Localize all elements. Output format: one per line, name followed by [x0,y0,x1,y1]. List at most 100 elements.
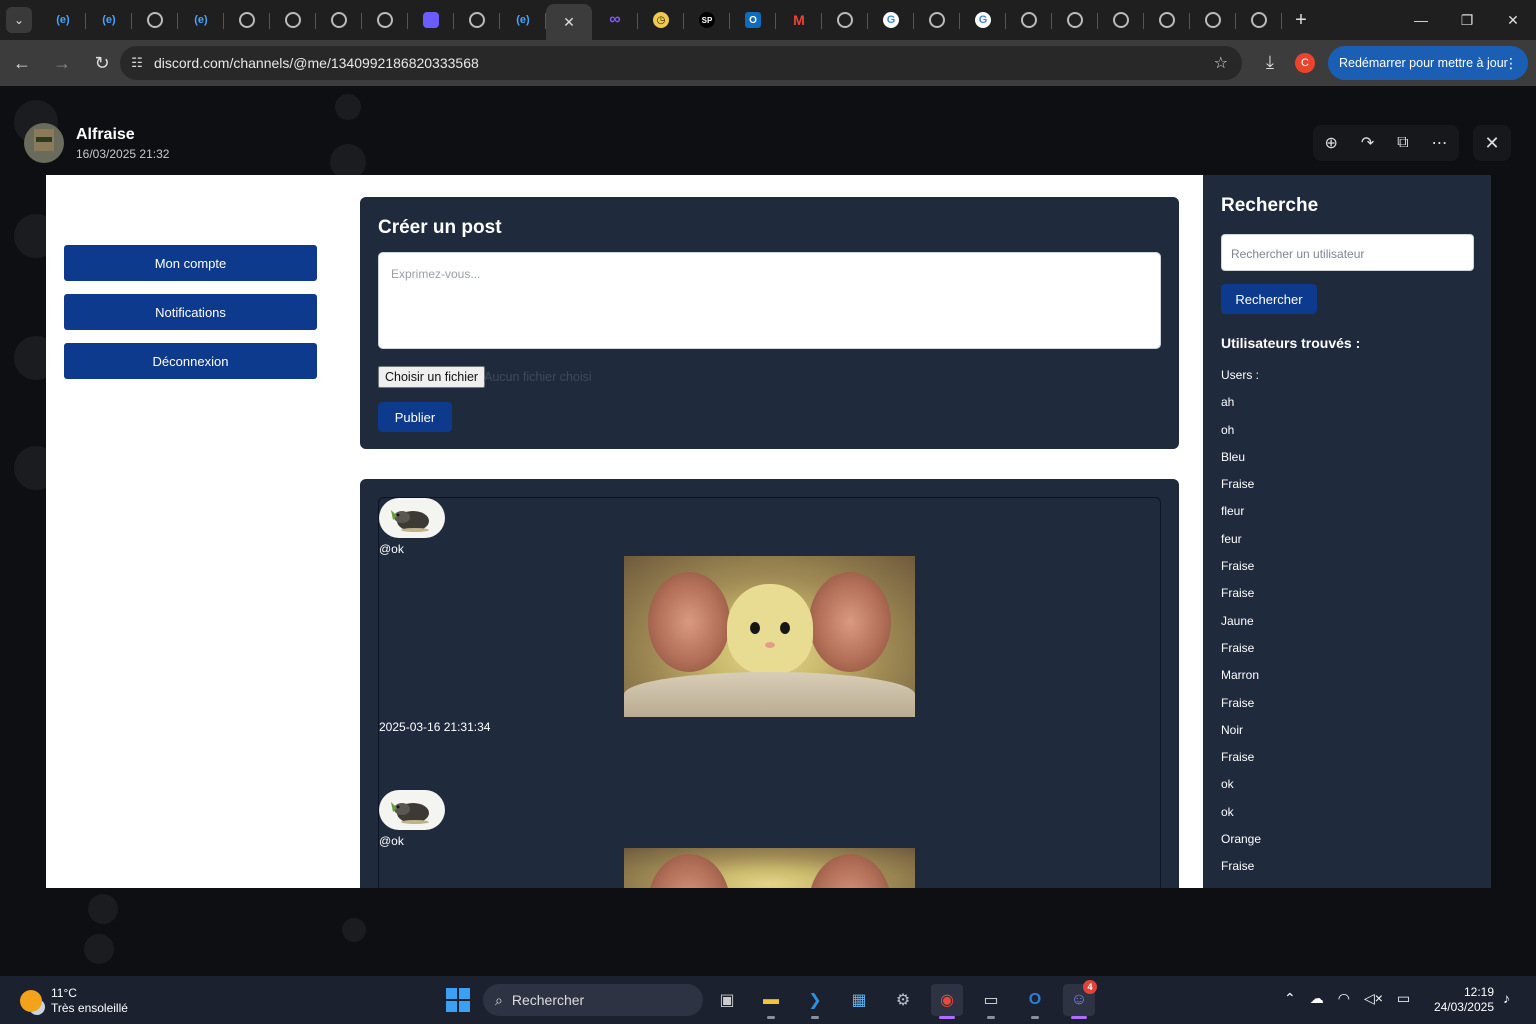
browser-tab[interactable] [1190,3,1236,37]
back-button[interactable]: ← [4,45,40,81]
vscode-icon[interactable]: ❯ [799,984,831,1019]
browser-tab[interactable]: ◷ [638,3,684,37]
choose-file-button[interactable]: Choisir un fichier [378,366,486,388]
start-icon[interactable] [446,988,470,1012]
outlook-icon[interactable]: O [1019,984,1051,1019]
viewer-author: Alfraise 16/03/2025 21:32 [24,123,169,163]
browser-tab[interactable] [1144,3,1190,37]
forward-button[interactable]: → [44,45,80,81]
user-result[interactable]: ok [1221,805,1261,832]
address-bar[interactable]: ☷ discord.com/channels/@me/1340992186820… [120,46,1242,80]
battery-icon[interactable]: ▭ [1397,990,1410,1007]
user-result[interactable]: Fraise [1221,559,1261,586]
user-search-input[interactable]: Rechercher un utilisateur [1221,234,1474,271]
user-result[interactable]: Fraise [1221,696,1261,723]
profile-avatar[interactable]: C [1295,53,1315,73]
user-result[interactable]: Fraise [1221,750,1261,777]
taskbar-search[interactable]: ⌕ Rechercher [483,984,703,1016]
cloud-icon[interactable]: ☁ [1310,990,1324,1007]
dm-avatar [88,894,118,924]
browser-tab[interactable]: M [776,3,822,37]
browser-tab[interactable] [270,3,316,37]
post-image[interactable] [624,556,915,717]
browser-tab[interactable] [1236,3,1282,37]
mole-avatar-icon [391,802,429,824]
new-tab-button[interactable]: + [1286,5,1316,35]
clock[interactable]: 12:19 24/03/2025 [1426,985,1494,1015]
mouse-nose [765,642,775,648]
forward-share-icon[interactable]: ↷ [1361,133,1374,153]
more-vert-icon[interactable]: ⋮ [1504,55,1518,72]
viewer-close-button[interactable]: ✕ [1473,125,1511,161]
restore-icon[interactable]: ❐ [1444,0,1490,40]
task-view-icon[interactable]: ▣ [711,984,743,1016]
browser-tab[interactable] [408,3,454,37]
post-textarea[interactable]: Exprimez-vous... [378,252,1161,349]
user-result[interactable]: Fraise [1221,859,1261,886]
browser-tab[interactable] [454,3,500,37]
browser-tab[interactable]: G [868,3,914,37]
file-explorer-icon[interactable]: ▬ [755,984,787,1019]
browser-tab[interactable]: SP [684,3,730,37]
user-result[interactable]: fleur [1221,504,1261,531]
user-result[interactable]: oh [1221,423,1261,450]
browser-tab[interactable] [362,3,408,37]
user-result[interactable]: Orange [1221,832,1261,859]
user-result[interactable]: Jaune [1221,614,1261,641]
reload-button[interactable]: ↻ [84,45,120,81]
browser-tab[interactable]: O [730,3,776,37]
search-button[interactable]: Rechercher [1221,284,1317,314]
mouse-face [727,584,813,674]
notification-bell-icon[interactable]: ♪ [1503,990,1510,1006]
wifi-icon[interactable]: ◠ [1338,990,1350,1007]
tab-search-button[interactable]: ⌄ [6,7,32,33]
browser-tab[interactable] [224,3,270,37]
browser-tab[interactable] [914,3,960,37]
update-button[interactable]: Redémarrer pour mettre à jour ⋮ [1328,46,1528,80]
close-icon[interactable]: ✕ [563,14,575,31]
browser-tab[interactable]: (e) [500,3,546,37]
download-icon[interactable]: ⤓ [1256,48,1284,76]
chevron-up-icon[interactable]: ⌃ [1284,990,1296,1007]
browser-tab[interactable] [316,3,362,37]
zoom-icon[interactable]: ⊕ [1324,133,1337,153]
user-result[interactable]: Marron [1221,668,1261,695]
close-window-icon[interactable]: ✕ [1490,0,1536,40]
logout-button[interactable]: Déconnexion [64,343,317,379]
user-result[interactable]: Fraise [1221,586,1261,613]
user-result[interactable]: Fraise [1221,641,1261,668]
site-settings-icon[interactable]: ☷ [120,55,154,71]
browser-tab[interactable]: ✕ [546,4,592,40]
user-result[interactable]: feur [1221,532,1261,559]
browser-tab[interactable]: ∞ [592,3,638,37]
post-image[interactable] [624,848,915,888]
user-result[interactable]: ok [1221,777,1261,804]
volume-muted-icon[interactable]: ◁× [1364,990,1383,1007]
terminal-icon[interactable]: ▭ [975,984,1007,1019]
publish-button[interactable]: Publier [378,402,452,432]
user-result[interactable]: Bleu [1221,450,1261,477]
bookmark-star-icon[interactable]: ☆ [1214,53,1228,73]
browser-tab[interactable]: (e) [86,3,132,37]
chrome-icon[interactable]: ◉ [931,984,963,1019]
browser-tab[interactable]: G [960,3,1006,37]
browser-tab[interactable] [822,3,868,37]
browser-tab[interactable] [1098,3,1144,37]
weather-widget[interactable]: 11°C Très ensoleillé [20,986,128,1016]
account-button[interactable]: Mon compte [64,245,317,281]
user-result[interactable]: Noir [1221,723,1261,750]
more-icon[interactable]: ⋯ [1432,133,1448,153]
browser-tab[interactable] [1052,3,1098,37]
discord-icon[interactable]: ☺ 4 [1063,980,1097,1019]
browser-tab[interactable] [132,3,178,37]
browser-tab[interactable]: (e) [40,3,86,37]
user-result[interactable]: Fraise [1221,477,1261,504]
store-icon[interactable]: ▦ [843,984,875,1016]
settings-icon[interactable]: ⚙ [887,984,919,1016]
browser-tab[interactable] [1006,3,1052,37]
notifications-button[interactable]: Notifications [64,294,317,330]
user-result[interactable]: ah [1221,395,1261,422]
minimize-icon[interactable]: — [1398,0,1444,40]
browser-tab[interactable]: (e) [178,3,224,37]
open-external-icon[interactable]: ⧉ [1397,134,1408,152]
